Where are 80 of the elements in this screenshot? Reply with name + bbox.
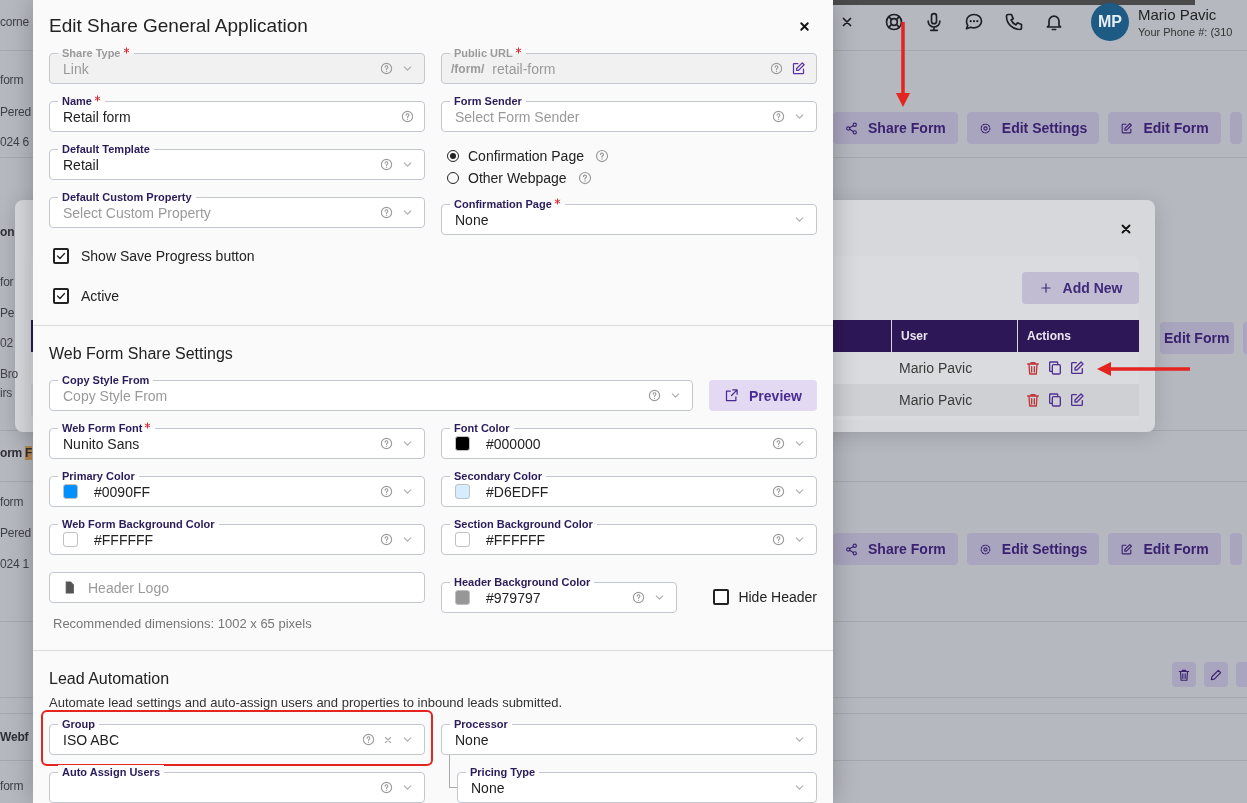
placeholder-text: Copy Style From [63, 387, 169, 404]
field-value: #0090FF [94, 483, 152, 500]
page-text: on [0, 224, 15, 240]
field-label: Section Background Color [454, 518, 593, 530]
field-value: #FFFFFF [94, 531, 155, 548]
table-cell-text: Mario Pavic [898, 359, 974, 378]
field-label: Default Custom Property [62, 191, 192, 203]
page-text: 02 [0, 335, 13, 351]
field-value: ISO ABC [63, 731, 121, 748]
hint-text: Recommended dimensions: 1002 x 65 pixels [53, 616, 313, 631]
phone-number: Your Phone #: (310 [1138, 26, 1233, 38]
page-text: corne [0, 14, 30, 30]
page-text: orm [0, 446, 23, 460]
form-action-button[interactable]: Share Form [833, 533, 958, 565]
field-label: Default Template [62, 143, 150, 155]
field-label: Auto Assign Users [62, 766, 160, 778]
form-action-button[interactable]: Edit Form [1108, 112, 1221, 144]
field-label: Share Type [62, 47, 121, 59]
field-label: Secondary Color [454, 470, 543, 482]
field-label: Pricing Type [470, 766, 536, 778]
form-action-button[interactable]: Edit Settings [966, 112, 1100, 144]
field-label: Web Form Background Color [62, 518, 215, 530]
field-value: Retail form [63, 108, 132, 125]
highlighted-text: F [25, 446, 33, 460]
field-label: Form Sender [454, 95, 522, 107]
page-text: form [0, 494, 24, 510]
field-label: Header Background Color [454, 576, 591, 588]
field-value: #000000 [486, 435, 542, 452]
form-action-button[interactable]: Share Form [833, 112, 958, 144]
field-value: Nunito Sans [63, 435, 141, 452]
add-new-button[interactable]: Add New [1022, 272, 1139, 304]
radio-label[interactable]: Other Webpage [468, 170, 567, 186]
field-value: Retail [63, 156, 100, 173]
page-text: 024 6 [0, 134, 30, 150]
field-label: Public URL [454, 47, 513, 59]
preview-button[interactable]: Preview [709, 380, 817, 411]
placeholder-text: Header Logo [88, 579, 170, 596]
field-label: Font Color [454, 422, 510, 434]
field-value: retail-form [492, 60, 557, 77]
field-value: #FFFFFF [486, 531, 547, 548]
field-value: None [471, 779, 506, 796]
field-value: Link [63, 60, 90, 77]
placeholder-text: Select Form Sender [455, 108, 581, 125]
field-value: None [455, 731, 490, 748]
page-text: Pered [0, 104, 32, 120]
field-label: Copy Style From [62, 374, 150, 386]
dialog-title: Edit Share General Application [49, 15, 308, 37]
table-cell-text: Mario Pavic [898, 391, 974, 410]
user-name: Mario Pavic [1138, 6, 1218, 23]
field-label: Name [62, 95, 92, 107]
page-text: Pe [0, 305, 15, 321]
checkbox-label[interactable]: Hide Header [738, 589, 817, 605]
url-prefix: /form/ [451, 61, 485, 76]
page-text: for [0, 274, 14, 290]
page-text: Bro [0, 366, 19, 382]
checkbox-label[interactable]: Active [81, 288, 120, 304]
avatar: MP [1091, 3, 1129, 41]
radio-label[interactable]: Confirmation Page [468, 148, 584, 164]
field-label: Primary Color [62, 470, 135, 482]
field-value: #D6EDFF [486, 483, 550, 500]
page-text: form [0, 72, 24, 88]
page-text: Pered [0, 525, 32, 541]
page-text: Webf [0, 729, 29, 745]
page-text: irs [0, 385, 13, 401]
field-value: None [455, 211, 490, 228]
checkbox-label[interactable]: Show Save Progress button [81, 248, 255, 264]
field-value: #979797 [486, 589, 542, 606]
section-description: Automate lead settings and auto-assign users and properties to inbound leads submitted. [49, 695, 564, 710]
form-action-button[interactable]: Edit Form [1108, 533, 1221, 565]
form-action-button[interactable]: Edit Form [1160, 322, 1234, 354]
section-title: Web Form Share Settings [49, 345, 234, 363]
page-text: form [0, 778, 24, 794]
field-label: Processor [454, 718, 508, 730]
field-label: Confirmation Page [454, 198, 552, 210]
placeholder-text: Select Custom Property [63, 204, 212, 221]
field-label: Group [62, 718, 95, 730]
field-label: Web Form Font [62, 422, 143, 434]
form-action-button[interactable]: Edit Settings [966, 533, 1100, 565]
page-text: 024 1 [0, 556, 30, 572]
section-title: Lead Automation [49, 670, 171, 688]
